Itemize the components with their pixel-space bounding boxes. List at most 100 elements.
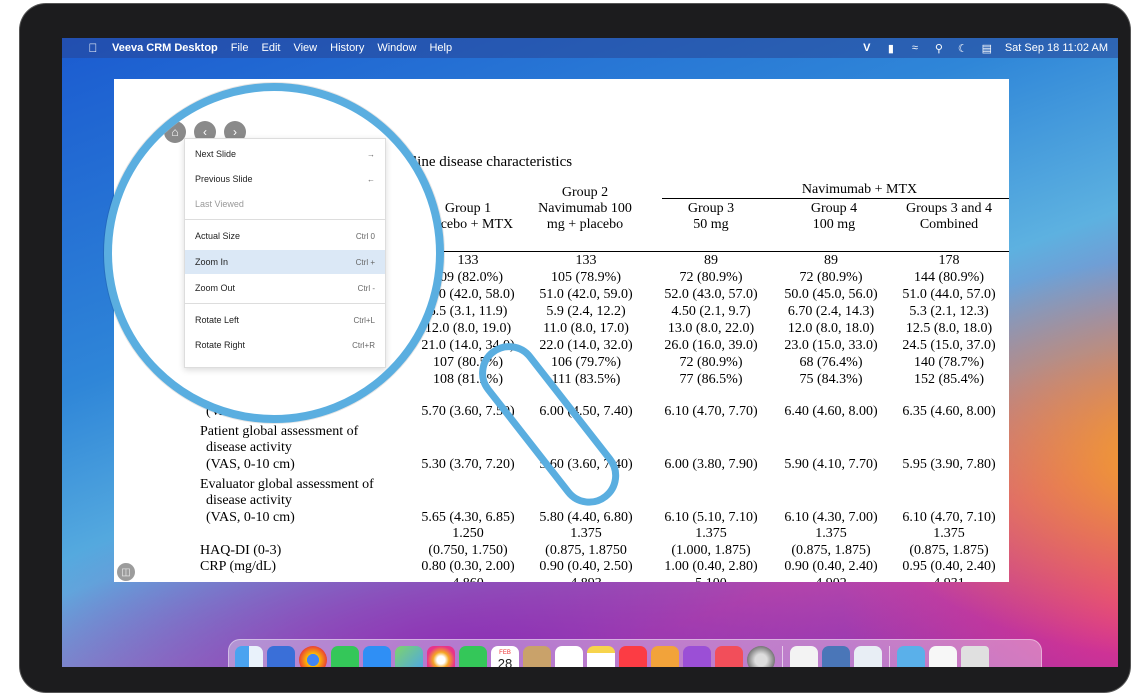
table-cell: (0.875, 1.875) (909, 543, 989, 558)
table-cell: 72 (80.9%) (679, 355, 743, 370)
col-header-line: mg + placebo (546, 217, 624, 232)
menu-edit[interactable]: Edit (262, 42, 281, 54)
col-header-line: Navimumab 100 (538, 201, 632, 216)
battery-icon[interactable]: ▮ (885, 42, 897, 55)
menu-item-actual-size[interactable]: Actual Size Ctrl 0 (185, 225, 385, 247)
sidebar-toggle-icon[interactable]: ◫ (117, 563, 135, 581)
messages-icon[interactable] (331, 646, 359, 667)
menu-item-label: Rotate Right (195, 340, 246, 350)
preview-icon[interactable] (822, 646, 850, 667)
menu-item-zoom-out[interactable]: Zoom Out Ctrl - (185, 277, 385, 299)
apple-icon[interactable]:  (86, 41, 100, 55)
table-cell: 51.0 (44.0, 57.0) (902, 287, 996, 302)
photos-icon[interactable] (427, 646, 455, 667)
menu-item-previous-slide[interactable]: Previous Slide ← (185, 168, 385, 190)
row-label: disease activity (206, 440, 292, 455)
row-label: Evaluator global assessment of (200, 477, 374, 492)
menu-window[interactable]: Window (377, 42, 416, 54)
table-cell: 0.90 (0.40, 2.50) (539, 559, 633, 574)
menu-item-label: Zoom In (195, 257, 229, 267)
table-cell: 1.375 (570, 526, 602, 541)
table-cell: 5.65 (4.30, 6.85) (421, 510, 515, 525)
podcasts-icon[interactable] (683, 646, 711, 667)
table-cell: 1.375 (695, 526, 727, 541)
veeva-icon[interactable]: V (861, 42, 873, 54)
chrome-icon[interactable] (299, 646, 327, 667)
control-center-icon[interactable]: ▤ (981, 42, 993, 55)
calendar-day: 28 (497, 656, 513, 668)
table-cell: 12.5 (8.0, 18.0) (905, 321, 993, 336)
table-cell: 75 (84.3%) (799, 372, 863, 387)
facetime-icon[interactable] (459, 646, 487, 667)
menu-history[interactable]: History (330, 42, 364, 54)
col-header-2: Group 2 Navimumab 100 mg + placebo (525, 185, 645, 233)
menu-item-rotate-left[interactable]: Rotate Left Ctrl+L (185, 309, 385, 331)
table-cell: 51.0 (42.0, 59.0) (539, 287, 633, 302)
table-cell: 6.70 (2.4, 14.3) (787, 304, 875, 319)
window-icon[interactable] (854, 646, 882, 667)
table-cell: (1.000, 1.875) (671, 543, 751, 558)
menu-help[interactable]: Help (429, 42, 452, 54)
search-icon[interactable]: ⚲ (933, 42, 945, 55)
table-cell: (0.750, 1.750) (428, 543, 508, 558)
table-cell: 6.40 (4.60, 8.00) (784, 404, 878, 419)
news-icon[interactable] (715, 646, 743, 667)
menu-item-next-slide[interactable]: Next Slide → (185, 143, 385, 165)
table-cell: 6.10 (4.70, 7.70) (664, 404, 758, 419)
table-cell: 0.95 (0.40, 2.40) (902, 559, 996, 574)
col-header-line: 50 mg (693, 217, 729, 232)
col-header-line: Combined (919, 217, 979, 232)
row-label: (VAS, 0-10 cm) (206, 510, 295, 525)
col-header-4: Group 4 100 mg (774, 201, 894, 233)
row-label: Patient global assessment of (200, 424, 359, 439)
desktop-screen:  Veeva CRM Desktop File Edit View Histo… (62, 38, 1118, 667)
folder-icon[interactable] (897, 646, 925, 667)
table-cell: 77 (86.5%) (679, 372, 743, 387)
maps-icon[interactable] (395, 646, 423, 667)
dock-separator (889, 646, 890, 667)
notes-icon[interactable] (587, 646, 615, 667)
calendar-icon[interactable]: FEB 28 (491, 646, 519, 667)
table-cell: 72 (80.9%) (679, 270, 743, 285)
menu-item-shortcut: Ctrl 0 (355, 231, 375, 241)
table-cell: 1.375 (815, 526, 847, 541)
moon-icon[interactable]: ☾ (957, 42, 969, 55)
table-cell: 6.10 (5.10, 7.10) (664, 510, 758, 525)
table-cell: 4.893 (527, 576, 645, 582)
table-cell: (0.875, 1.8750 (545, 543, 627, 558)
finder-icon[interactable] (235, 646, 263, 667)
app-menu[interactable]: Veeva CRM Desktop (112, 42, 218, 54)
textedit-icon[interactable] (790, 646, 818, 667)
launchpad-icon[interactable] (267, 646, 295, 667)
col-header-line: Group 2 (561, 185, 609, 200)
magnifier-lens: ⌂ ‹ › Next Slide → Previous Slide ← Last V… (104, 83, 444, 423)
wifi-icon[interactable]: ≈ (909, 42, 921, 54)
reminders-icon[interactable] (555, 646, 583, 667)
device-bezel:  Veeva CRM Desktop File Edit View Histo… (20, 4, 1130, 692)
table-cell: 4.50 (2.1, 9.7) (671, 304, 751, 319)
contacts-icon[interactable] (523, 646, 551, 667)
table-cell: 22.0 (14.0, 32.0) (539, 338, 633, 353)
row-label: CRP (mg/dL) (200, 559, 277, 574)
home-icon[interactable]: ⌂ (164, 121, 186, 143)
document-icon[interactable] (929, 646, 957, 667)
mail-icon[interactable] (363, 646, 391, 667)
table-cell: 6.10 (4.30, 7.00) (784, 510, 878, 525)
table-cell: (0.875, 1.875) (791, 543, 871, 558)
menu-item-zoom-in[interactable]: Zoom In Ctrl + (185, 250, 385, 274)
table-cell: 1.250 (452, 526, 484, 541)
menu-item-rotate-right[interactable]: Rotate Right Ctrl+R (185, 334, 385, 356)
menu-view[interactable]: View (293, 42, 317, 54)
veeva-app-icon[interactable] (651, 646, 679, 667)
table-cell: 106 (79.7%) (551, 355, 621, 370)
menu-file[interactable]: File (231, 42, 249, 54)
system-preferences-icon[interactable] (747, 646, 775, 667)
table-cell: 5.90 (4.10, 7.70) (784, 457, 878, 472)
table-cell: 5.3 (2.1, 12.3) (909, 304, 989, 319)
table-cell: 140 (78.7%) (914, 355, 984, 370)
table-cell: 6.10 (4.70, 7.10) (902, 510, 996, 525)
menu-bar:  Veeva CRM Desktop File Edit View Histo… (62, 38, 1118, 58)
table-cell: 4.860 (409, 576, 527, 582)
trash-icon[interactable] (961, 646, 989, 667)
music-icon[interactable] (619, 646, 647, 667)
